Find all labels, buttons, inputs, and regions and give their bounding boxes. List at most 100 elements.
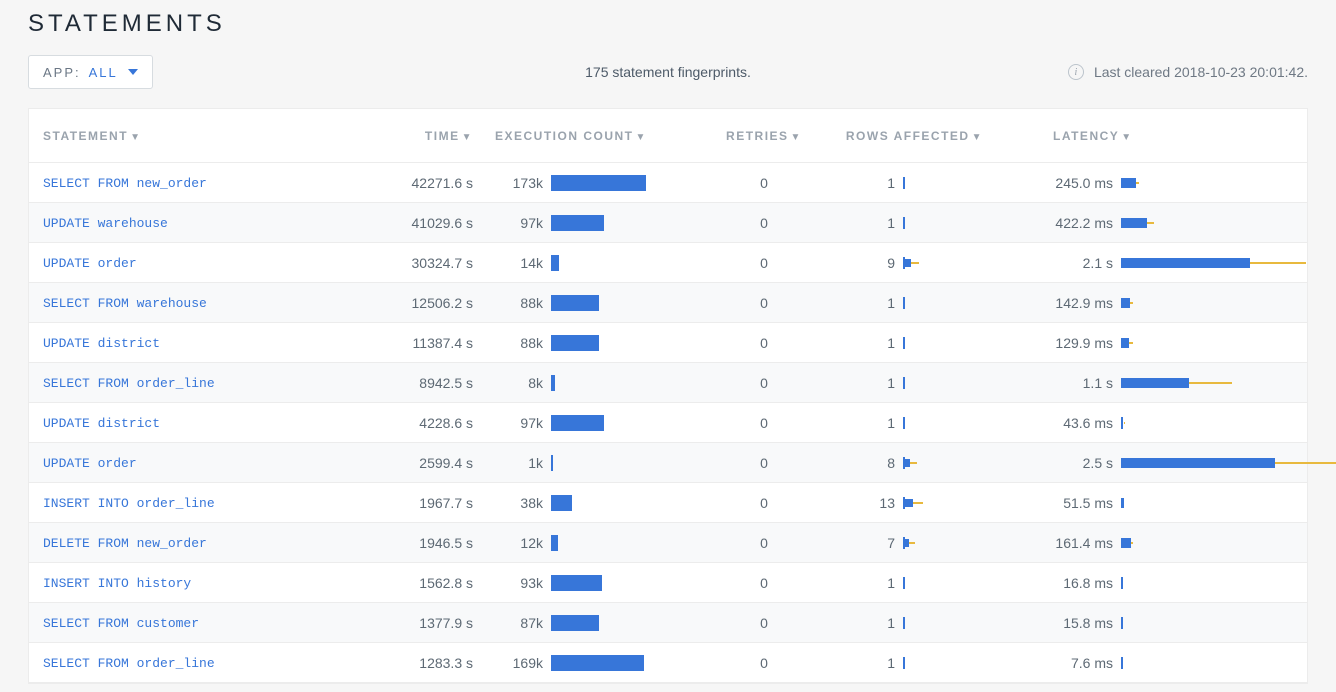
statement-link[interactable]: SELECT FROM order_line (43, 376, 215, 391)
exec-count-cell: 97k (489, 415, 699, 431)
statement-link[interactable]: DELETE FROM new_order (43, 536, 207, 551)
rows-tick (903, 297, 905, 309)
exec-count-bar (551, 415, 604, 431)
latency-dash (1129, 342, 1133, 344)
statement-link[interactable]: UPDATE order (43, 456, 137, 471)
latency-bar (1121, 178, 1136, 188)
exec-count-bar (551, 655, 644, 671)
retries-cell: 0 (699, 415, 829, 431)
exec-count-bar (551, 295, 599, 311)
latency-cell: 142.9 ms (1029, 295, 1307, 311)
exec-count-cell: 14k (489, 255, 699, 271)
table-row: SELECT FROM order_line8942.5 s8k011.1 s (29, 363, 1307, 403)
exec-count-cell: 1k (489, 455, 699, 471)
exec-count-cell: 173k (489, 175, 699, 191)
info-icon[interactable]: i (1068, 64, 1084, 80)
sort-icon: ▼ (130, 132, 141, 143)
retries-cell: 0 (699, 215, 829, 231)
rows-dash (911, 262, 919, 264)
statement-link[interactable]: SELECT FROM customer (43, 616, 199, 631)
rows-tick (903, 417, 905, 429)
time-cell: 1283.3 s (359, 655, 489, 671)
latency-cell: 2.5 s (1029, 455, 1307, 471)
latency-cell: 51.5 ms (1029, 495, 1307, 511)
exec-count-cell: 87k (489, 615, 699, 631)
time-cell: 42271.6 s (359, 175, 489, 191)
col-rows-affected[interactable]: ROWS AFFECTED▼ (829, 129, 1029, 143)
latency-tick (1121, 617, 1123, 629)
rows-tick (903, 337, 905, 349)
chevron-down-icon (128, 69, 138, 75)
statement-link[interactable]: SELECT FROM order_line (43, 656, 215, 671)
latency-tick (1121, 657, 1123, 669)
table-row: UPDATE warehouse41029.6 s97k01422.2 ms (29, 203, 1307, 243)
latency-dash (1131, 542, 1133, 544)
rows-tick (903, 217, 905, 229)
exec-count-bar (551, 455, 553, 471)
table-row: UPDATE order30324.7 s14k092.1 s (29, 243, 1307, 283)
statement-link[interactable]: UPDATE district (43, 336, 160, 351)
col-retries[interactable]: RETRIES▼ (699, 129, 829, 143)
retries-cell: 0 (699, 255, 829, 271)
latency-cell: 16.8 ms (1029, 575, 1307, 591)
statement-link[interactable]: SELECT FROM warehouse (43, 296, 207, 311)
time-cell: 4228.6 s (359, 415, 489, 431)
latency-tick (1121, 577, 1123, 589)
retries-cell: 0 (699, 495, 829, 511)
rows-dash (909, 542, 915, 544)
rows-affected-cell: 1 (829, 415, 1029, 431)
time-cell: 12506.2 s (359, 295, 489, 311)
table-row: DELETE FROM new_order1946.5 s12k07161.4 … (29, 523, 1307, 563)
retries-cell: 0 (699, 295, 829, 311)
sort-icon: ▼ (636, 132, 647, 143)
col-time[interactable]: TIME▼ (359, 129, 489, 143)
rows-tick (903, 577, 905, 589)
exec-count-bar (551, 375, 555, 391)
time-cell: 11387.4 s (359, 335, 489, 351)
app-filter-dropdown[interactable]: APP: ALL (28, 55, 153, 89)
latency-bar (1121, 338, 1129, 348)
exec-count-cell: 88k (489, 335, 699, 351)
statement-link[interactable]: UPDATE warehouse (43, 216, 168, 231)
rows-bar (903, 259, 911, 267)
rows-bar (903, 499, 913, 507)
latency-bar (1121, 378, 1189, 388)
time-cell: 1946.5 s (359, 535, 489, 551)
retries-cell: 0 (699, 535, 829, 551)
latency-cell: 43.6 ms (1029, 415, 1307, 431)
exec-count-bar (551, 535, 558, 551)
statement-link[interactable]: SELECT FROM new_order (43, 176, 207, 191)
latency-bar (1121, 458, 1275, 468)
table-row: SELECT FROM new_order42271.6 s173k01245.… (29, 163, 1307, 203)
controls-row: APP: ALL 175 statement fingerprints. i L… (28, 54, 1308, 90)
retries-cell: 0 (699, 375, 829, 391)
rows-affected-cell: 1 (829, 215, 1029, 231)
latency-bar (1121, 298, 1130, 308)
latency-dash (1275, 462, 1336, 464)
rows-affected-cell: 1 (829, 175, 1029, 191)
last-cleared-value: 2018-10-23 20:01:42. (1174, 64, 1308, 80)
col-statement[interactable]: STATEMENT▼ (29, 129, 359, 143)
time-cell: 1562.8 s (359, 575, 489, 591)
latency-cell: 7.6 ms (1029, 655, 1307, 671)
statements-table: STATEMENT▼ TIME▼ EXECUTION COUNT▼ RETRIE… (28, 108, 1308, 684)
statement-link[interactable]: INSERT INTO history (43, 576, 191, 591)
exec-count-bar (551, 495, 572, 511)
app-filter-value: ALL (89, 65, 118, 80)
col-latency[interactable]: LATENCY▼ (1029, 129, 1307, 143)
exec-count-bar (551, 335, 599, 351)
exec-count-cell: 93k (489, 575, 699, 591)
exec-count-cell: 169k (489, 655, 699, 671)
statement-link[interactable]: INSERT INTO order_line (43, 496, 215, 511)
rows-tick (903, 617, 905, 629)
latency-dash (1189, 382, 1232, 384)
rows-dash (910, 462, 917, 464)
exec-count-bar (551, 615, 599, 631)
statement-link[interactable]: UPDATE order (43, 256, 137, 271)
exec-count-bar (551, 255, 559, 271)
retries-cell: 0 (699, 335, 829, 351)
statement-link[interactable]: UPDATE district (43, 416, 160, 431)
rows-affected-cell: 13 (829, 495, 1029, 511)
col-execution-count[interactable]: EXECUTION COUNT▼ (489, 129, 699, 143)
fingerprint-count: 175 statement fingerprints. (585, 64, 751, 80)
